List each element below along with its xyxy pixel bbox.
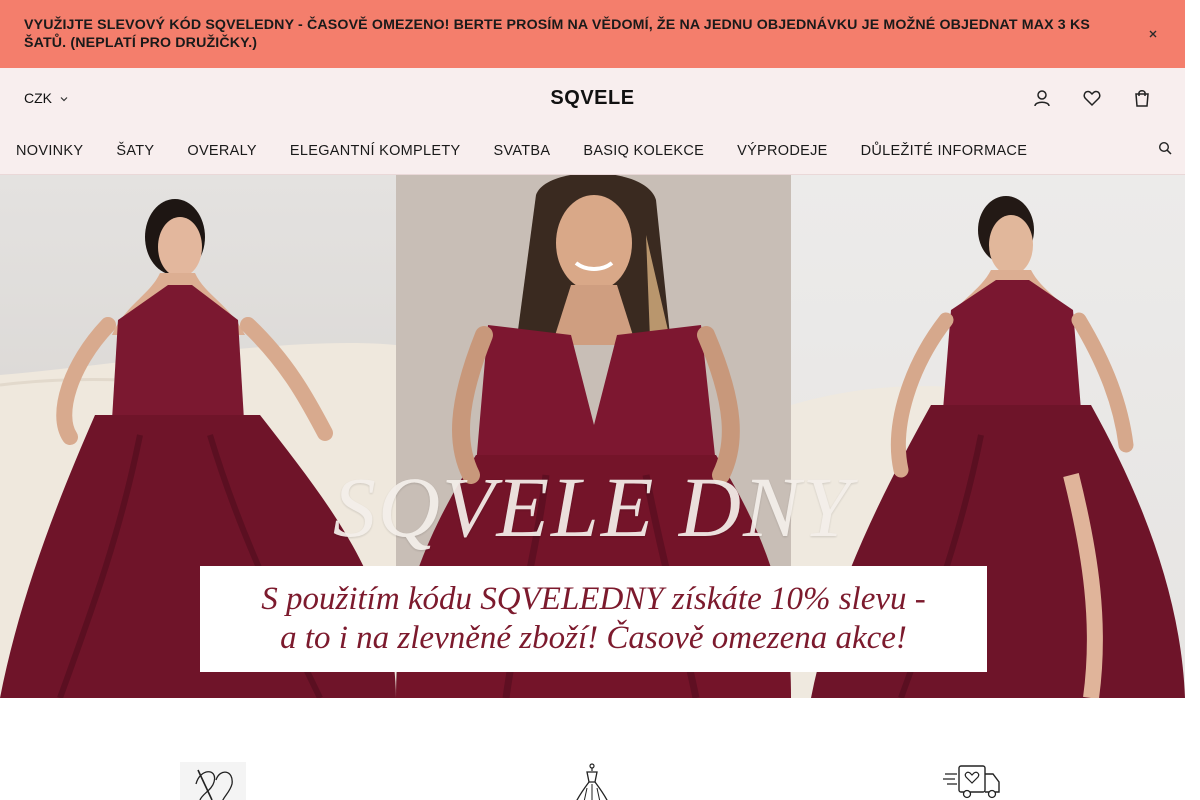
promo-bar: VYUŽIJTE SLEVOVÝ KÓD SQVELEDNY - ČASOVĚ …: [0, 0, 1185, 68]
sewing-needle-icon: [178, 762, 248, 800]
main-navigation: NOVINKY ŠATY OVERALY ELEGANTNÍ KOMPLETY …: [16, 143, 1060, 159]
wishlist-icon[interactable]: [1077, 87, 1107, 109]
chevron-down-icon: [60, 90, 68, 106]
hero-promo-box: S použitím kódu SQVELEDNY získáte 10% sl…: [200, 566, 987, 672]
hero-banner[interactable]: SQVELE DNY S použitím kódu SQVELEDNY zís…: [0, 175, 1185, 698]
nav-item-novinky[interactable]: NOVINKY: [16, 143, 83, 159]
header-actions: [1027, 87, 1157, 109]
nav-item-elegantni-komplety[interactable]: ELEGANTNÍ KOMPLETY: [290, 143, 461, 159]
nav-item-dulezite-informace[interactable]: DŮLEŽITÉ INFORMACE: [861, 143, 1028, 159]
page: VYUŽIJTE SLEVOVÝ KÓD SQVELEDNY - ČASOVĚ …: [0, 0, 1185, 800]
dress-icon: [557, 762, 627, 800]
hero-promo-line-1: S použitím kódu SQVELEDNY získáte 10% sl…: [261, 581, 926, 617]
hero-promo-line-2: a to i na zlevněné zboží! Časově omezena…: [280, 620, 907, 656]
delivery-truck-icon: [937, 762, 1007, 800]
currency-label: CZK: [24, 90, 52, 106]
nav-item-saty[interactable]: ŠATY: [116, 143, 154, 159]
currency-selector[interactable]: CZK: [24, 90, 68, 106]
features-row: [0, 698, 1185, 800]
nav-item-vyprodeje[interactable]: VÝPRODEJE: [737, 143, 828, 159]
cart-icon[interactable]: [1127, 87, 1157, 109]
close-icon[interactable]: [1143, 24, 1163, 44]
nav-item-basiq-kolekce[interactable]: BASIQ KOLEKCE: [583, 143, 704, 159]
page-scroll-gutter: [1185, 0, 1200, 800]
nav-item-overaly[interactable]: OVERALY: [187, 143, 257, 159]
search-icon[interactable]: [1158, 141, 1174, 157]
nav-item-svatba[interactable]: SVATBA: [493, 143, 550, 159]
brand-logo[interactable]: SQVELE: [0, 87, 1185, 110]
account-icon[interactable]: [1027, 87, 1057, 109]
promo-message: VYUŽIJTE SLEVOVÝ KÓD SQVELEDNY - ČASOVĚ …: [24, 17, 1090, 51]
site-header: CZK SQVELE NOVINKY ŠATY OVERALY ELEGANTN…: [0, 68, 1185, 175]
